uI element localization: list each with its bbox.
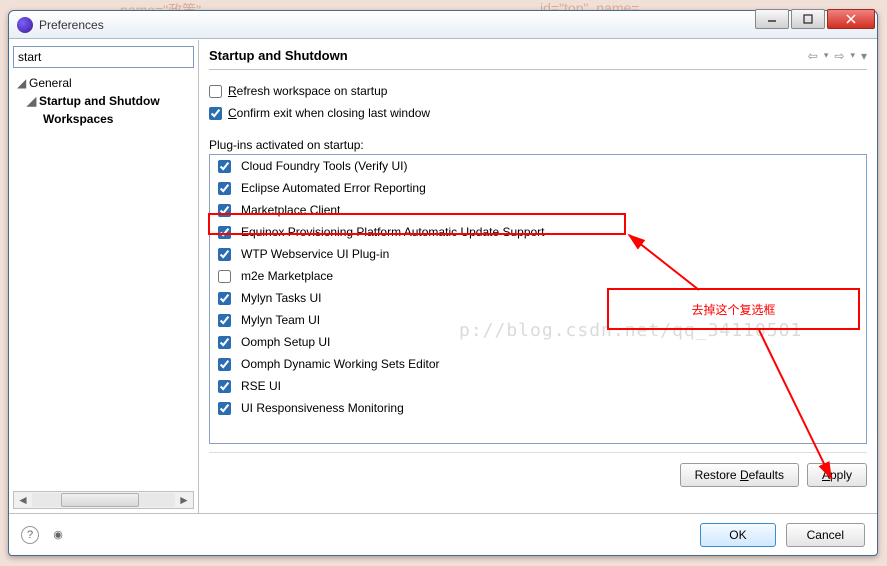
plugin-label: RSE UI: [241, 379, 281, 393]
plugin-row[interactable]: Equinox Provisioning Platform Automatic …: [210, 221, 866, 243]
plugin-checkbox[interactable]: [218, 204, 231, 217]
forward-icon[interactable]: ⇨: [834, 49, 844, 63]
main-panel: Startup and Shutdown ⇦ ▾ ⇨ ▾ ▾ Refresh w…: [199, 40, 877, 513]
annotation-box: 去掉这个复选框: [607, 288, 860, 330]
refresh-workspace-row: Refresh workspace on startup: [209, 80, 867, 102]
refresh-workspace-checkbox[interactable]: [209, 85, 222, 98]
plugin-label: m2e Marketplace: [241, 269, 333, 283]
restore-defaults-button[interactable]: Restore Defaults: [680, 463, 799, 487]
plugin-label: Mylyn Team UI: [241, 313, 320, 327]
plugins-label: Plug-ins activated on startup:: [209, 138, 867, 152]
plugin-row[interactable]: m2e Marketplace: [210, 265, 866, 287]
confirm-exit-row: Confirm exit when closing last window: [209, 102, 867, 124]
scroll-thumb[interactable]: [61, 493, 140, 507]
tree-item-general[interactable]: ◢General: [13, 74, 194, 92]
plugin-label: Cloud Foundry Tools (Verify UI): [241, 159, 408, 173]
plugin-checkbox[interactable]: [218, 182, 231, 195]
apply-button[interactable]: Apply: [807, 463, 867, 487]
plugin-label: Marketplace Client: [241, 203, 340, 217]
plugin-row[interactable]: UI Responsiveness Monitoring: [210, 397, 866, 419]
collapse-icon[interactable]: ◢: [17, 76, 27, 90]
page-title: Startup and Shutdown: [209, 48, 348, 63]
scroll-track[interactable]: [32, 493, 175, 507]
plugin-checkbox[interactable]: [218, 292, 231, 305]
scroll-left-icon[interactable]: ◄: [14, 492, 32, 508]
scroll-right-icon[interactable]: ►: [175, 492, 193, 508]
maximize-button[interactable]: [791, 9, 825, 29]
filter-input[interactable]: [13, 46, 194, 68]
plugin-row[interactable]: Eclipse Automated Error Reporting: [210, 177, 866, 199]
confirm-exit-label: Confirm exit when closing last window: [228, 106, 430, 120]
plugin-checkbox[interactable]: [218, 314, 231, 327]
plugin-checkbox[interactable]: [218, 358, 231, 371]
dialog-footer: ? ◉ OK Cancel: [9, 513, 877, 555]
confirm-exit-checkbox[interactable]: [209, 107, 222, 120]
plugin-checkbox[interactable]: [218, 402, 231, 415]
plugin-label: Eclipse Automated Error Reporting: [241, 181, 426, 195]
close-button[interactable]: [827, 9, 875, 29]
minimize-button[interactable]: [755, 9, 789, 29]
sidebar: ◢General ◢Startup and Shutdow Workspaces…: [9, 40, 199, 513]
horizontal-scrollbar[interactable]: ◄ ►: [13, 491, 194, 509]
back-menu-icon[interactable]: ▾: [824, 50, 829, 61]
tree-item-startup-shutdown[interactable]: ◢Startup and Shutdow: [13, 92, 194, 110]
plugin-row[interactable]: Oomph Dynamic Working Sets Editor: [210, 353, 866, 375]
plugin-checkbox[interactable]: [218, 336, 231, 349]
plugin-row[interactable]: Cloud Foundry Tools (Verify UI): [210, 155, 866, 177]
plugin-checkbox[interactable]: [218, 226, 231, 239]
back-icon[interactable]: ⇦: [808, 49, 818, 63]
plugin-label: Oomph Dynamic Working Sets Editor: [241, 357, 440, 371]
plugin-checkbox[interactable]: [218, 248, 231, 261]
plugin-checkbox[interactable]: [218, 380, 231, 393]
forward-menu-icon[interactable]: ▾: [850, 50, 855, 61]
titlebar[interactable]: Preferences: [9, 11, 877, 39]
view-menu-icon[interactable]: ▾: [861, 49, 867, 63]
plugin-label: Equinox Provisioning Platform Automatic …: [241, 225, 545, 239]
tree-item-workspaces[interactable]: Workspaces: [13, 110, 194, 128]
preference-tree[interactable]: ◢General ◢Startup and Shutdow Workspaces: [13, 74, 194, 491]
preferences-window: Preferences ◢General ◢Startup and Shutdo…: [8, 10, 878, 556]
plugin-row[interactable]: WTP Webservice UI Plug-in: [210, 243, 866, 265]
plugin-row[interactable]: Marketplace Client: [210, 199, 866, 221]
plugin-checkbox[interactable]: [218, 270, 231, 283]
cancel-button[interactable]: Cancel: [786, 523, 865, 547]
plugin-row[interactable]: RSE UI: [210, 375, 866, 397]
plugin-checkbox[interactable]: [218, 160, 231, 173]
help-icon[interactable]: ?: [21, 526, 39, 544]
app-icon: [17, 17, 33, 33]
plugin-label: Oomph Setup UI: [241, 335, 330, 349]
plugin-label: Mylyn Tasks UI: [241, 291, 321, 305]
ok-button[interactable]: OK: [700, 523, 775, 547]
plugin-row[interactable]: Oomph Setup UI: [210, 331, 866, 353]
collapse-icon[interactable]: ◢: [27, 94, 37, 108]
plugin-label: UI Responsiveness Monitoring: [241, 401, 404, 415]
plugin-label: WTP Webservice UI Plug-in: [241, 247, 389, 261]
window-title: Preferences: [39, 18, 104, 32]
refresh-workspace-label: Refresh workspace on startup: [228, 84, 387, 98]
progress-icon: ◉: [49, 526, 67, 544]
